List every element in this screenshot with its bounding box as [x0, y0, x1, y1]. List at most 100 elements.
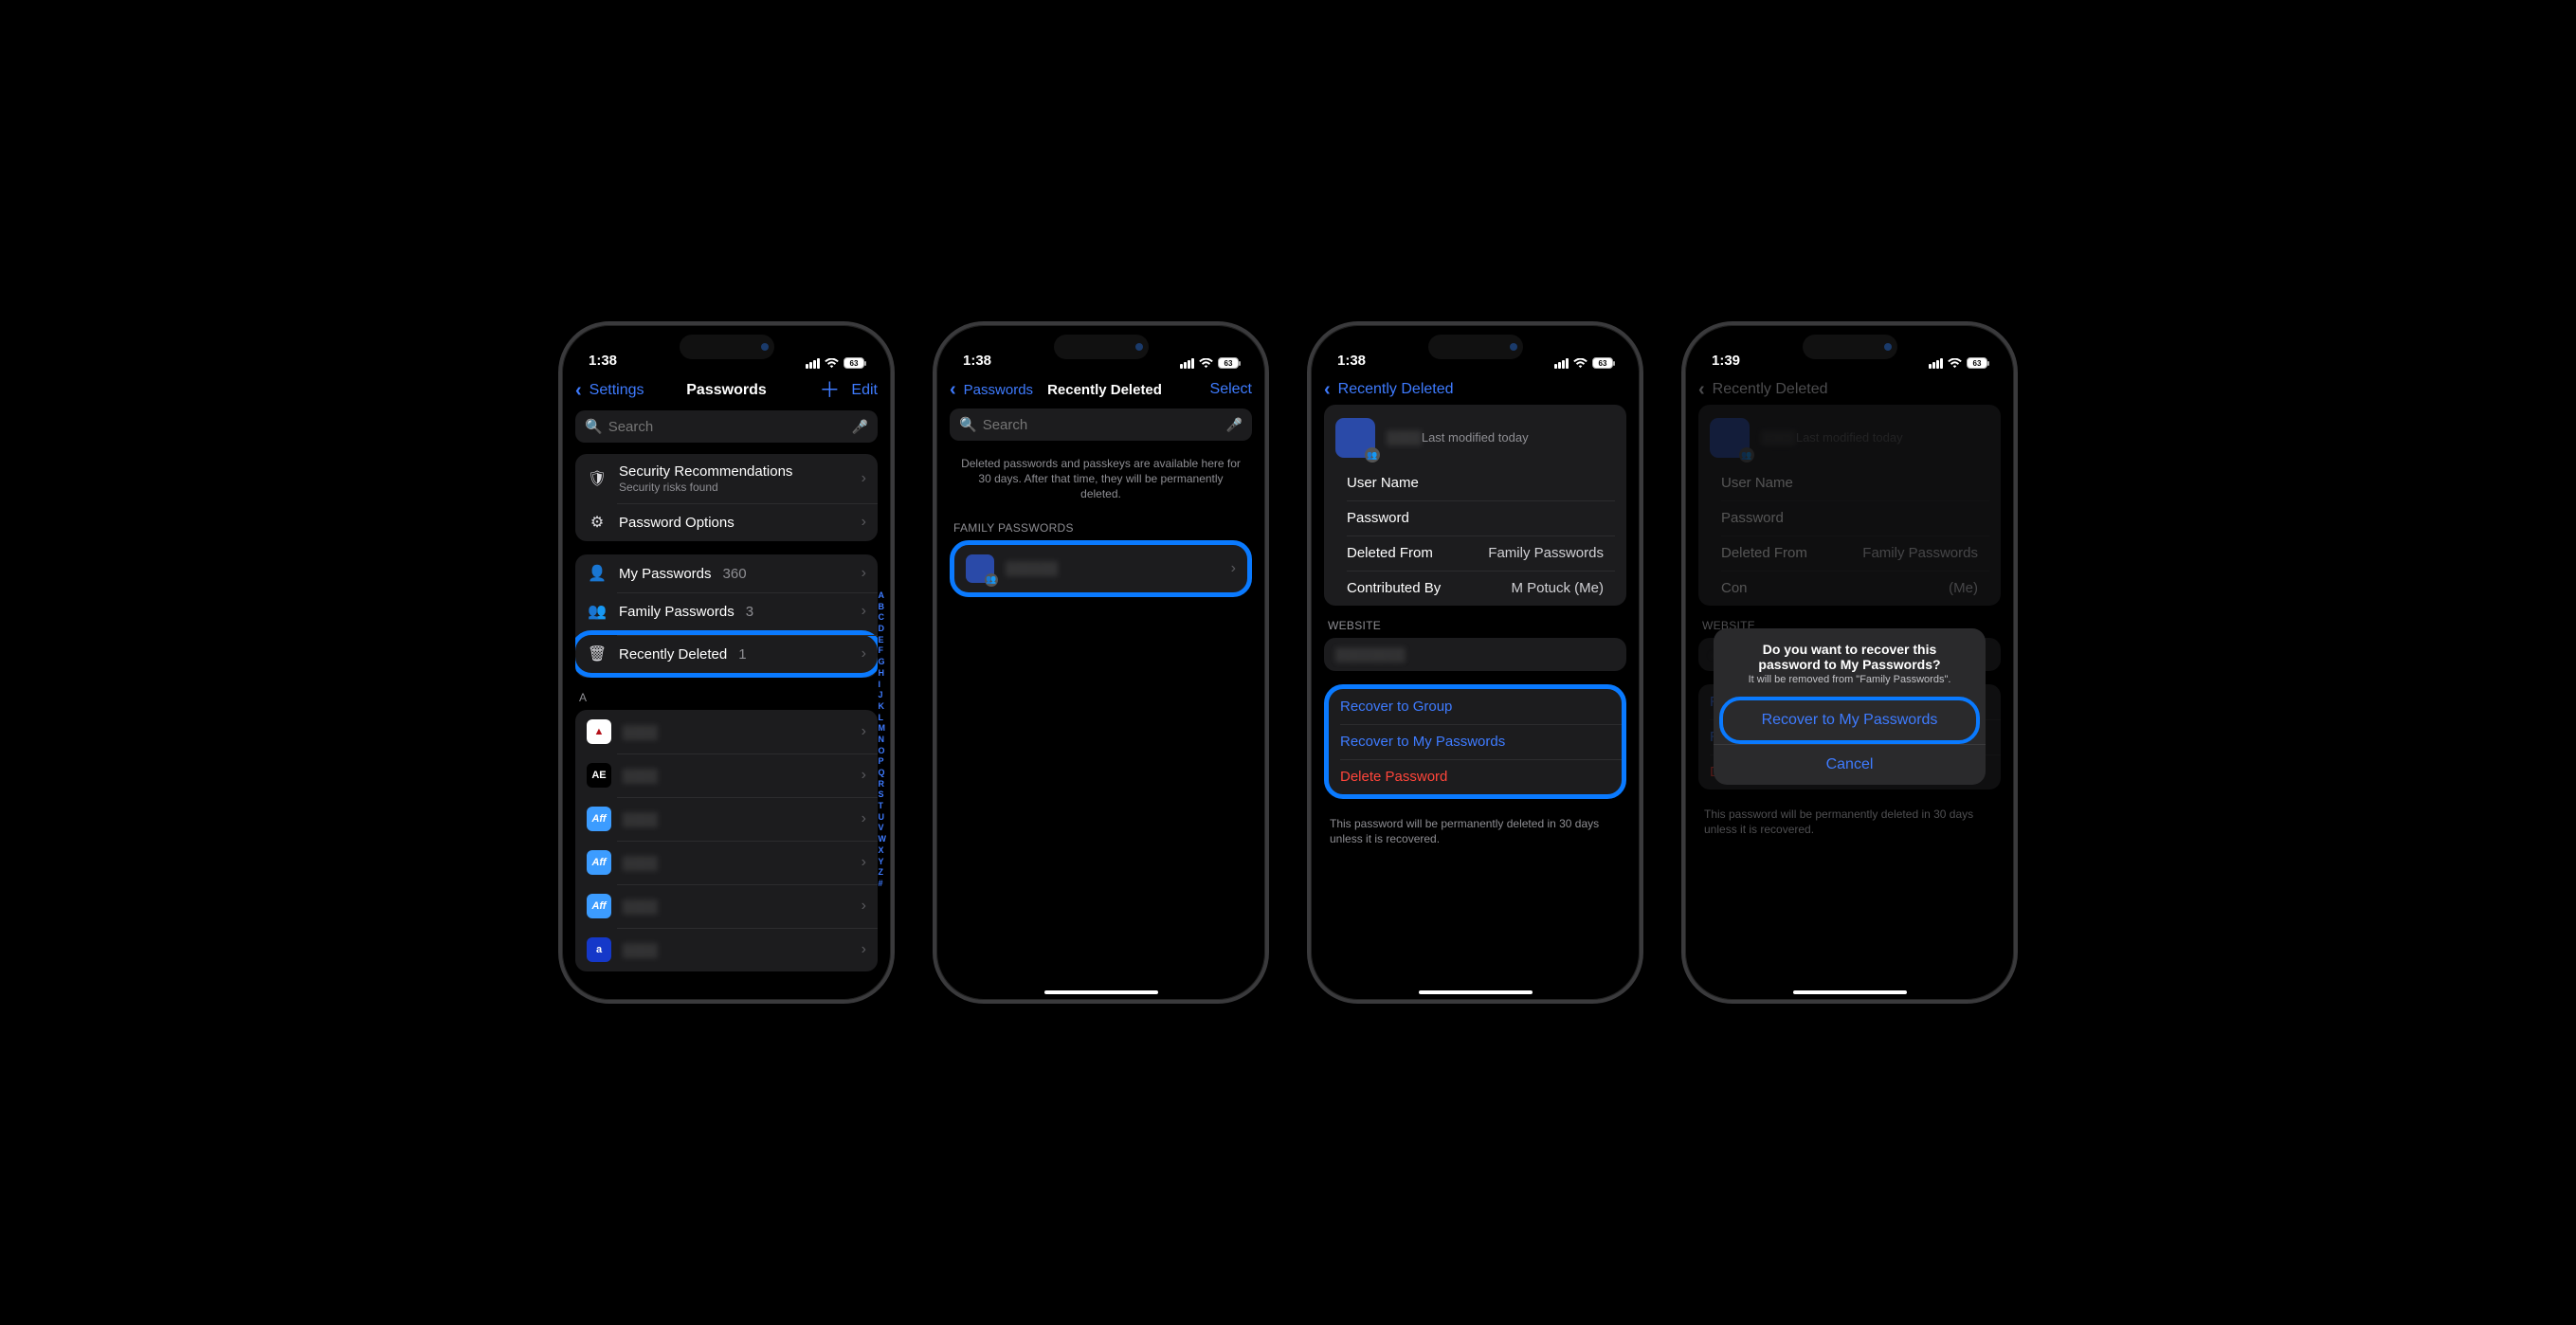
- dialog-title: Do you want to recover this password to …: [1714, 628, 1986, 674]
- password-row[interactable]: Password: [1335, 500, 1615, 535]
- row-label: Security Recommendations: [619, 463, 792, 480]
- chevron-right-icon: ›: [862, 470, 866, 487]
- dynamic-island: [1803, 335, 1897, 359]
- password-options-row[interactable]: ⚙ Password Options ›: [575, 503, 878, 541]
- select-button[interactable]: Select: [1210, 381, 1252, 398]
- back-button[interactable]: Recently Deleted: [1338, 381, 1454, 398]
- wifi-icon: [1948, 358, 1962, 369]
- battery-icon: 63: [1967, 357, 1987, 369]
- contributed-by-row: Contributed ByM Potuck (Me): [1335, 571, 1615, 606]
- row-label: Password Options: [619, 515, 735, 531]
- list-item[interactable]: Aff████›: [575, 841, 878, 884]
- row-label: Recently Deleted: [619, 646, 727, 662]
- recover-to-group-button[interactable]: Recover to Group: [1329, 689, 1622, 724]
- website-row[interactable]: ████████: [1324, 638, 1626, 671]
- chevron-right-icon: ›: [862, 645, 866, 662]
- chevron-right-icon: ›: [862, 565, 866, 582]
- dynamic-island: [1428, 335, 1523, 359]
- back-chevron-icon[interactable]: ‹: [1324, 380, 1331, 399]
- recover-dialog: Do you want to recover this password to …: [1714, 628, 1986, 785]
- alpha-index[interactable]: ABCDEFGHIJKLMNOPQRSTUVWXYZ#: [879, 590, 887, 890]
- status-time: 1:38: [589, 353, 617, 369]
- cellular-icon: [1554, 358, 1569, 369]
- list-item[interactable]: Aff████›: [575, 884, 878, 928]
- row-count: 3: [746, 604, 753, 620]
- search-field[interactable]: 🔍 🎤: [950, 408, 1252, 441]
- status-time: 1:38: [1337, 353, 1366, 369]
- info-text: Deleted passwords and passkeys are avail…: [936, 452, 1265, 512]
- cancel-button[interactable]: Cancel: [1714, 744, 1986, 785]
- deleted-entry-row[interactable]: 👥 ██████ ›: [954, 545, 1247, 592]
- mic-icon[interactable]: 🎤: [1226, 417, 1243, 433]
- back-button[interactable]: Passwords: [964, 382, 1033, 398]
- screenshot-recently-deleted-list: 1:38 63 ‹ Passwords Recently Deleted Sel…: [933, 321, 1269, 1004]
- back-chevron-icon[interactable]: ‹: [950, 380, 956, 399]
- search-icon: 🔍: [585, 418, 603, 435]
- recover-to-my-passwords-button[interactable]: Recover to My Passwords: [1329, 724, 1622, 759]
- battery-icon: 63: [1592, 357, 1613, 369]
- site-icon: 👥: [966, 554, 994, 583]
- last-modified: Last modified today: [1422, 430, 1529, 445]
- shared-badge-icon: 👥: [985, 573, 998, 587]
- search-input[interactable]: [608, 419, 846, 435]
- edit-button[interactable]: Edit: [851, 382, 878, 399]
- search-field[interactable]: 🔍 🎤: [575, 410, 878, 443]
- battery-icon: 63: [1218, 357, 1239, 369]
- home-indicator[interactable]: [1793, 990, 1907, 994]
- screenshot-deleted-detail: 1:38 63 ‹ Recently Deleted 👥 ████Last mo…: [1307, 321, 1643, 1004]
- list-item[interactable]: a████›: [575, 928, 878, 971]
- dynamic-island: [680, 335, 774, 359]
- home-indicator[interactable]: [1419, 990, 1533, 994]
- battery-icon: 63: [844, 357, 864, 369]
- back-button[interactable]: Settings: [590, 382, 644, 399]
- cellular-icon: [1929, 358, 1943, 369]
- cellular-icon: [1180, 358, 1194, 369]
- dialog-subtitle: It will be removed from "Family Password…: [1714, 674, 1986, 697]
- delete-password-button[interactable]: Delete Password: [1329, 759, 1622, 794]
- deleted-from-row: Deleted FromFamily Passwords: [1335, 535, 1615, 571]
- wifi-icon: [825, 358, 839, 369]
- recently-deleted-row[interactable]: 🗑 Recently Deleted 1 ›: [575, 630, 878, 678]
- home-indicator[interactable]: [1044, 990, 1158, 994]
- row-count: 1: [738, 646, 746, 662]
- back-chevron-icon: ‹: [1698, 380, 1705, 399]
- family-passwords-row[interactable]: 👥 Family Passwords 3 ›: [575, 592, 878, 630]
- wifi-icon: [1199, 358, 1213, 369]
- page-title: Passwords: [686, 382, 766, 399]
- toggles-icon: ⚙: [587, 513, 608, 532]
- row-label: My Passwords: [619, 566, 712, 582]
- entry-header: 👥 ████Last modified today: [1335, 414, 1615, 465]
- search-input[interactable]: [983, 417, 1221, 433]
- screenshot-passwords-list: 1:38 63 ‹ Settings Passwords ＋ Edit 🔍 🎤 …: [558, 321, 895, 1004]
- site-icon: 👥: [1335, 418, 1375, 458]
- username-row[interactable]: User Name: [1335, 465, 1615, 500]
- recover-to-my-passwords-button[interactable]: Recover to My Passwords: [1719, 697, 1980, 744]
- row-label: Family Passwords: [619, 604, 735, 620]
- cellular-icon: [806, 358, 820, 369]
- people-icon: 👥: [587, 602, 608, 621]
- shared-badge-icon: 👥: [1365, 447, 1380, 463]
- back-chevron-icon[interactable]: ‹: [575, 381, 582, 400]
- row-count: 360: [723, 566, 747, 582]
- person-icon: 👤: [587, 564, 608, 583]
- list-item[interactable]: Aff████›: [575, 797, 878, 841]
- page-title: Recently Deleted: [1047, 382, 1162, 398]
- mic-icon[interactable]: 🎤: [852, 419, 868, 435]
- security-recommendations-row[interactable]: 🛡 Security Recommendations Security risk…: [575, 454, 878, 503]
- list-item[interactable]: AE████›: [575, 753, 878, 797]
- section-header-website: WEBSITE: [1328, 619, 1623, 632]
- chevron-right-icon: ›: [862, 603, 866, 620]
- dynamic-island: [1054, 335, 1149, 359]
- nav-bar: ‹ Passwords Recently Deleted Select: [936, 371, 1265, 405]
- status-time: 1:38: [963, 353, 991, 369]
- nav-bar: ‹ Settings Passwords ＋ Edit: [562, 371, 891, 407]
- footer-text: This password will be permanently delete…: [1324, 812, 1626, 850]
- add-button[interactable]: ＋: [819, 380, 840, 401]
- chevron-right-icon: ›: [1231, 560, 1236, 577]
- list-item[interactable]: ▲████›: [575, 710, 878, 753]
- my-passwords-row[interactable]: 👤 My Passwords 360 ›: [575, 554, 878, 592]
- nav-bar: ‹ Recently Deleted: [1311, 371, 1640, 405]
- trash-icon: 🗑: [587, 644, 608, 663]
- row-sublabel: Security risks found: [619, 481, 792, 494]
- nav-bar: ‹ Recently Deleted: [1685, 371, 2014, 405]
